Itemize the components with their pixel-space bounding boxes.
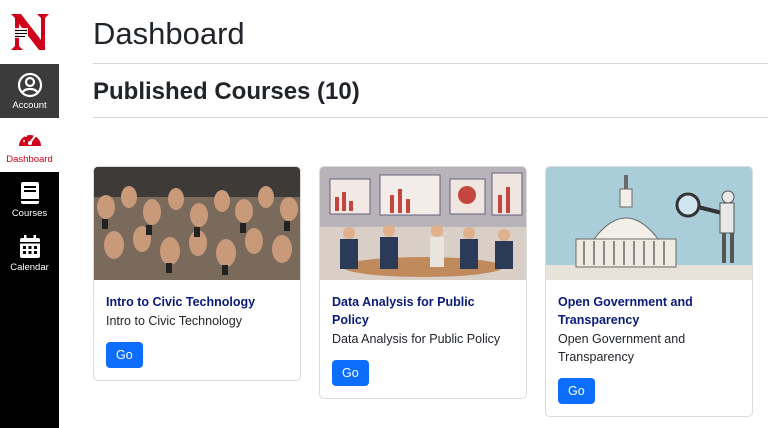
sidebar-item-label: Courses <box>11 208 48 219</box>
course-description: Intro to Civic Technology <box>106 314 242 328</box>
account-circle-icon <box>17 72 42 98</box>
course-description: Open Government and Transparency <box>558 332 686 364</box>
sidebar-item-account[interactable]: Account <box>0 64 59 118</box>
course-title[interactable]: Data Analysis for Public Policy <box>332 293 514 329</box>
course-description: Data Analysis for Public Policy <box>332 332 501 346</box>
sidebar-item-label: Calendar <box>10 262 49 273</box>
divider <box>93 63 768 64</box>
calendar-icon <box>19 235 40 258</box>
course-title[interactable]: Open Government and Transparency <box>558 293 740 329</box>
course-image <box>320 167 526 280</box>
go-button[interactable]: Go <box>332 360 369 386</box>
section-title: Published Courses (10) <box>93 78 360 105</box>
sidebar-item-courses[interactable]: Courses <box>0 172 59 226</box>
course-image <box>94 167 300 280</box>
sidebar-item-calendar[interactable]: Calendar <box>0 226 59 280</box>
logo-icon <box>11 14 49 50</box>
course-image <box>546 167 752 280</box>
sidebar-item-label: Dashboard <box>6 154 53 165</box>
book-icon <box>20 182 39 204</box>
sidebar: Account Dashboard Courses Calendar <box>0 0 59 428</box>
university-logo[interactable] <box>0 0 59 64</box>
divider <box>93 117 768 118</box>
sidebar-item-dashboard[interactable]: Dashboard <box>0 118 59 172</box>
go-button[interactable]: Go <box>106 342 143 368</box>
go-button[interactable]: Go <box>558 378 595 404</box>
course-card: Intro to Civic Technology Intro to Civic… <box>93 166 301 381</box>
main-content: Dashboard Published Courses (10) Intro t… <box>59 0 768 428</box>
sidebar-item-label: Account <box>12 100 47 111</box>
course-card: Data Analysis for Public Policy Data Ana… <box>319 166 527 399</box>
course-card: Open Government and Transparency Open Go… <box>545 166 753 417</box>
page-title: Dashboard <box>93 16 245 51</box>
speedometer-icon <box>18 133 41 146</box>
course-title[interactable]: Intro to Civic Technology <box>106 293 288 311</box>
